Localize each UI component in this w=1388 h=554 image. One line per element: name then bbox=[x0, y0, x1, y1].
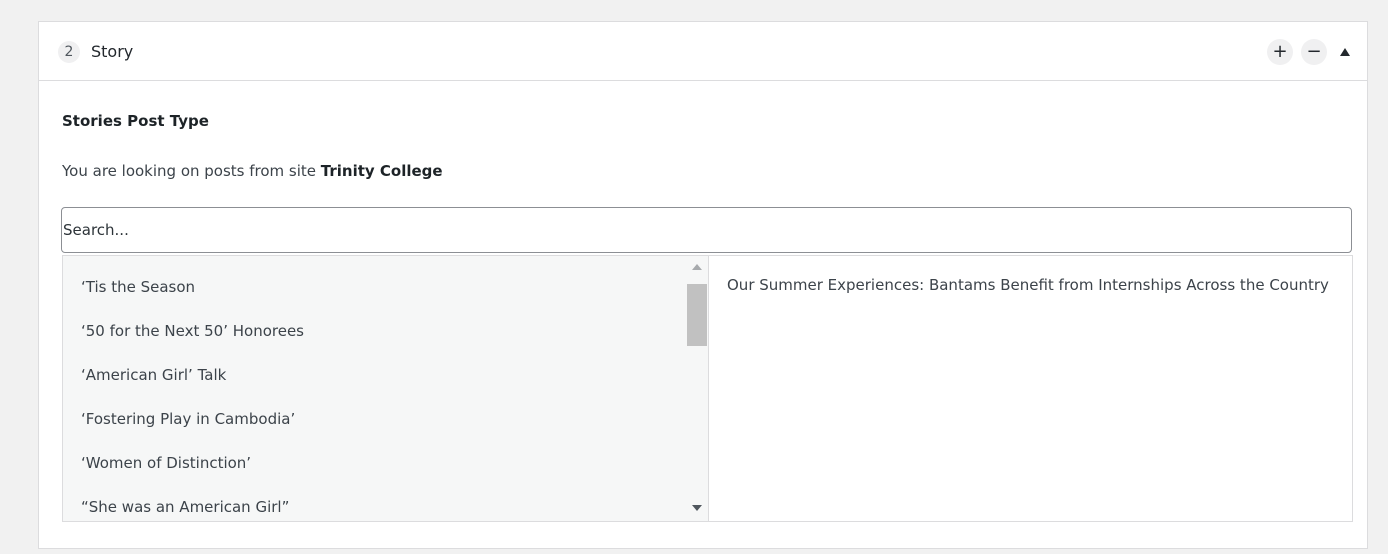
layout-order-badge: 2 bbox=[58, 41, 80, 63]
choices-items: ‘Tis the Season ‘50 for the Next 50’ Hon… bbox=[63, 265, 708, 521]
selected-list: Our Summer Experiences: Bantams Benefit … bbox=[708, 256, 1352, 521]
choice-item[interactable]: ‘Tis the Season bbox=[63, 265, 708, 309]
collapse-toggle-button[interactable] bbox=[1337, 39, 1353, 65]
relationship-field: ‘Tis the Season ‘50 for the Next 50’ Hon… bbox=[62, 255, 1353, 522]
triangle-up-icon bbox=[1340, 48, 1350, 56]
choice-item[interactable]: ‘50 for the Next 50’ Honorees bbox=[63, 309, 708, 353]
scrollbar-thumb[interactable] bbox=[687, 284, 707, 346]
plus-icon: + bbox=[1272, 41, 1288, 62]
field-description-text: You are looking on posts from site bbox=[62, 162, 321, 180]
choice-item[interactable]: ‘Fostering Play in Cambodia’ bbox=[63, 397, 708, 441]
search-input[interactable] bbox=[61, 207, 1352, 253]
layout-controls: + − bbox=[1259, 39, 1353, 65]
selected-item[interactable]: Our Summer Experiences: Bantams Benefit … bbox=[727, 273, 1334, 298]
add-layout-button[interactable]: + bbox=[1267, 39, 1293, 65]
layout-header[interactable]: 2 Story + − bbox=[39, 22, 1367, 81]
site-name: Trinity College bbox=[320, 162, 443, 180]
scroll-up-arrow-icon[interactable] bbox=[692, 264, 702, 270]
choices-scrollbar[interactable] bbox=[686, 256, 708, 521]
layout-panel: 2 Story + − Stories Post Type You are lo… bbox=[38, 21, 1368, 549]
remove-layout-button[interactable]: − bbox=[1301, 39, 1327, 65]
minus-icon: − bbox=[1306, 41, 1322, 62]
layout-title[interactable]: Story bbox=[91, 41, 133, 63]
choice-item[interactable]: ‘American Girl’ Talk bbox=[63, 353, 708, 397]
choice-item[interactable]: ‘Women of Distinction’ bbox=[63, 441, 708, 485]
choices-list[interactable]: ‘Tis the Season ‘50 for the Next 50’ Hon… bbox=[63, 256, 708, 521]
scroll-down-arrow-icon[interactable] bbox=[692, 505, 702, 511]
field-description: You are looking on posts from site Trini… bbox=[62, 161, 443, 181]
field-label: Stories Post Type bbox=[62, 112, 209, 130]
choice-item[interactable]: “She was an American Girl” bbox=[63, 485, 708, 521]
